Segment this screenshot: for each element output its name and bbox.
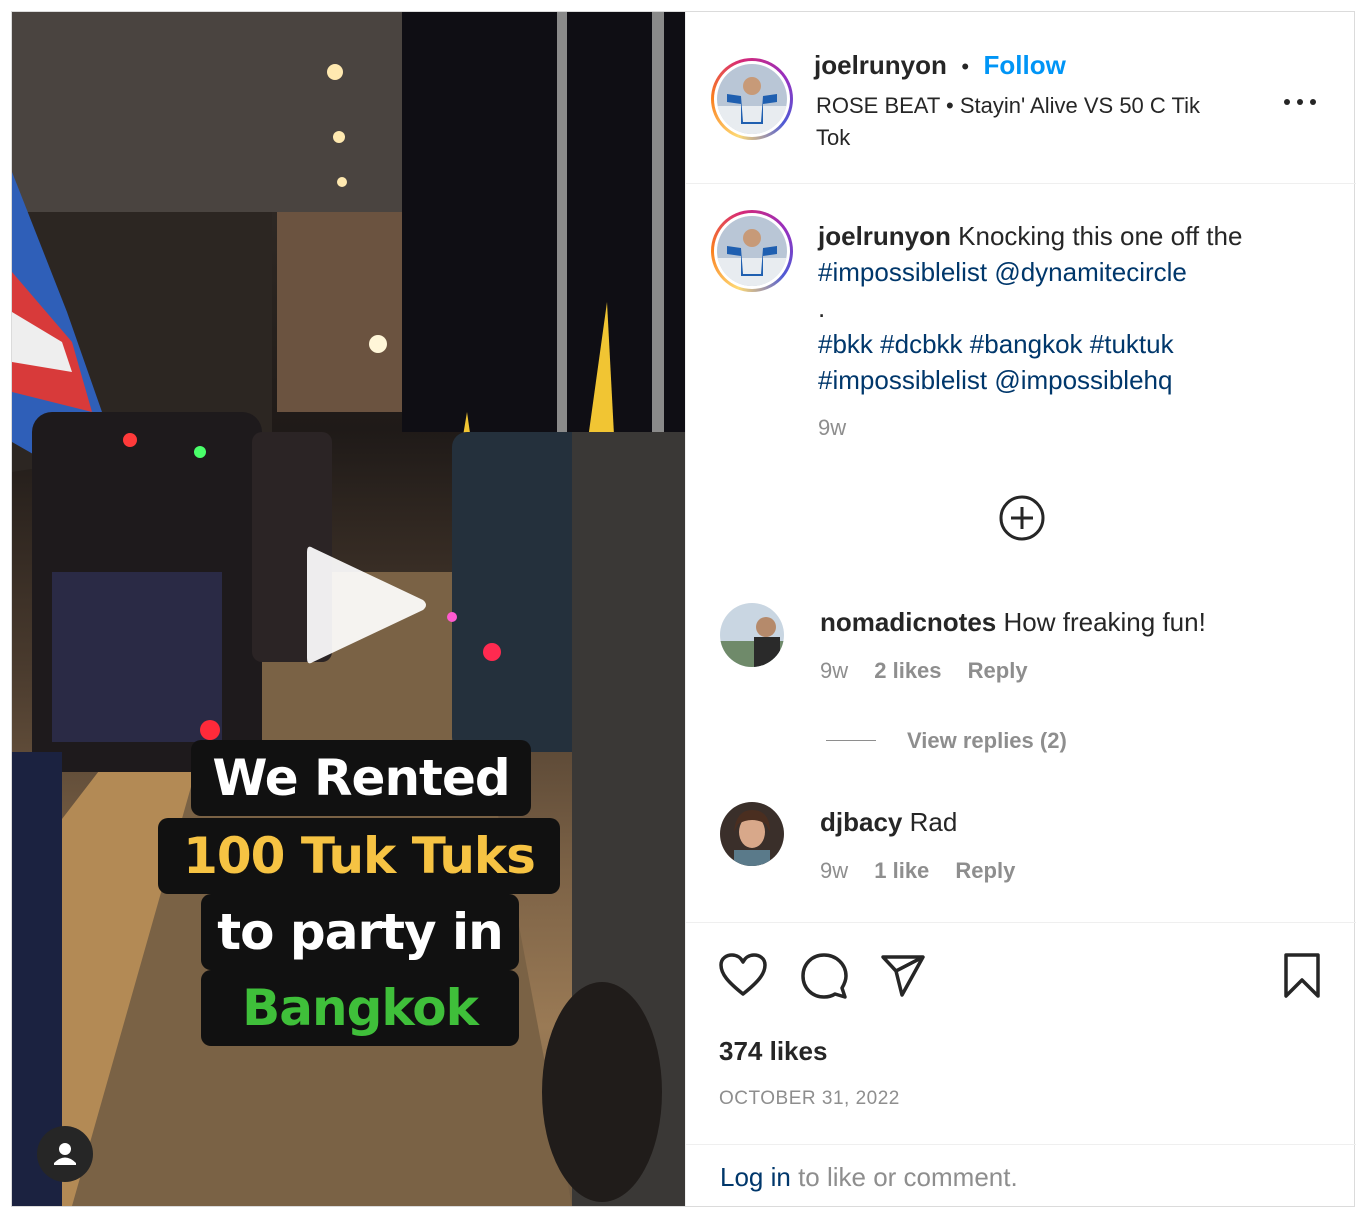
user-tag-button[interactable]: [37, 1126, 93, 1182]
comment-username[interactable]: djbacy: [820, 807, 902, 837]
caption-dot: .: [818, 293, 826, 323]
bookmark-icon[interactable]: [1282, 952, 1322, 1000]
hashtag-link[interactable]: #tuktuk: [1090, 329, 1174, 359]
caption-time: 9w: [818, 415, 847, 440]
caption-username[interactable]: joelrunyon: [818, 221, 951, 251]
mention-link[interactable]: @impossiblehq: [994, 365, 1172, 395]
share-icon[interactable]: [880, 954, 926, 998]
login-text: to like or comment.: [790, 1162, 1018, 1192]
follow-button[interactable]: Follow: [984, 50, 1066, 80]
comment-item: djbacy Rad: [820, 804, 957, 840]
caption-line-2: 100 Tuk Tuks: [158, 818, 560, 894]
comment-likes[interactable]: 2 likes: [874, 658, 941, 683]
commenter-avatar-image: [720, 603, 784, 667]
hashtag-link[interactable]: #impossiblelist: [818, 257, 987, 287]
more-icon[interactable]: [1282, 92, 1318, 112]
caption-line-1: We Rented: [191, 740, 531, 816]
commenter-avatar[interactable]: [720, 603, 784, 667]
author-avatar[interactable]: [711, 58, 793, 140]
post-video[interactable]: We Rented 100 Tuk Tuks to party in Bangk…: [12, 12, 685, 1206]
caption-line-3: to party in: [201, 894, 519, 970]
author-avatar-image: [717, 64, 787, 134]
reply-button[interactable]: Reply: [955, 858, 1015, 883]
caption-avatar[interactable]: [711, 210, 793, 292]
comment-time: 9w: [820, 658, 849, 683]
commenter-avatar-image: [720, 802, 784, 866]
view-replies-button[interactable]: View replies (2): [907, 728, 1067, 754]
comment-text: Rad: [909, 807, 958, 837]
audio-link[interactable]: ROSE BEAT • Stayin' Alive VS 50 C Tik To…: [816, 90, 1236, 154]
comment-username[interactable]: nomadicnotes: [820, 607, 996, 637]
hashtag-link[interactable]: #dcbkk: [880, 329, 962, 359]
play-icon[interactable]: [295, 540, 435, 670]
post-sidebar: joelrunyon • Follow ROSE BEAT • Stayin' …: [685, 12, 1356, 1206]
post-card: We Rented 100 Tuk Tuks to party in Bangk…: [11, 11, 1356, 1207]
caption-line-4: Bangkok: [201, 970, 519, 1046]
login-divider: [686, 1144, 1356, 1145]
caption-text: Knocking this one off the: [958, 221, 1243, 251]
add-comment-icon[interactable]: [998, 494, 1046, 542]
comment-icon[interactable]: [800, 952, 848, 1000]
heart-icon[interactable]: [718, 952, 768, 998]
comment-item: nomadicnotes How freaking fun!: [820, 604, 1206, 640]
hashtag-link[interactable]: #impossiblelist: [818, 365, 987, 395]
likes-count[interactable]: 374 likes: [719, 1036, 827, 1067]
login-prompt: Log in to like or comment.: [720, 1162, 1018, 1193]
hashtag-link[interactable]: #bkk: [818, 329, 873, 359]
author-username[interactable]: joelrunyon: [814, 50, 947, 80]
comment-likes[interactable]: 1 like: [874, 858, 929, 883]
user-tag-icon: [54, 1143, 76, 1165]
post-caption: joelrunyon Knocking this one off the #im…: [818, 218, 1318, 446]
hashtag-link[interactable]: #bangkok: [970, 329, 1083, 359]
login-link[interactable]: Log in: [720, 1162, 791, 1192]
comment-text: How freaking fun!: [1003, 607, 1206, 637]
reply-button[interactable]: Reply: [968, 658, 1028, 683]
mention-link[interactable]: @dynamitecircle: [994, 257, 1187, 287]
actions-divider: [686, 922, 1356, 923]
comment-time: 9w: [820, 858, 849, 883]
post-header: joelrunyon • Follow ROSE BEAT • Stayin' …: [686, 12, 1356, 184]
post-date: OCTOBER 31, 2022: [719, 1088, 900, 1109]
replies-divider: [826, 740, 876, 741]
commenter-avatar[interactable]: [720, 802, 784, 866]
header-separator: •: [961, 54, 970, 79]
caption-avatar-image: [717, 216, 787, 286]
